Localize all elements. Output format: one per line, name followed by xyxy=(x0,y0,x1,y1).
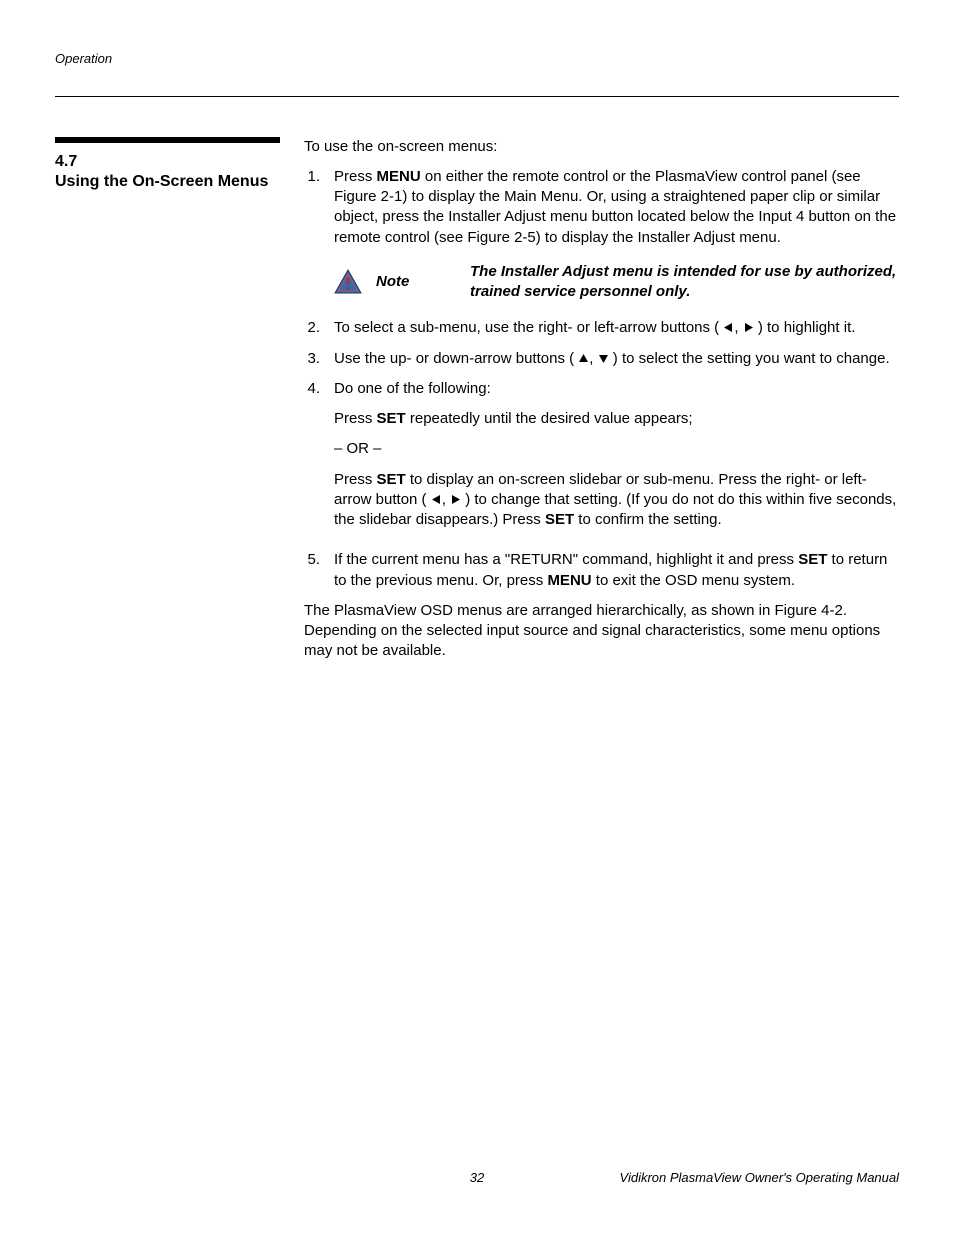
note-block: Note The Installer Adjust menu is intend… xyxy=(334,262,899,303)
step-number: 5. xyxy=(304,550,320,591)
step-4: 4. Do one of the following: Press SET re… xyxy=(304,379,899,541)
closing-paragraph: The PlasmaView OSD menus are arranged hi… xyxy=(304,601,899,662)
text: If the current menu has a "RETURN" comma… xyxy=(334,551,798,568)
text: Press xyxy=(334,410,377,427)
intro-text: To use the on-screen menus: xyxy=(304,137,899,157)
running-header: Operation xyxy=(55,50,899,68)
warning-icon xyxy=(334,269,362,295)
step-body: If the current menu has a "RETURN" comma… xyxy=(334,550,899,591)
text: To select a sub-menu, use the right- or … xyxy=(334,319,723,336)
step-number: 2. xyxy=(304,318,320,338)
text: to exit the OSD menu system. xyxy=(592,572,795,589)
up-arrow-icon xyxy=(578,353,589,364)
step-number: 1. xyxy=(304,167,320,248)
content-columns: 4.7 Using the On-Screen Menus To use the… xyxy=(55,137,899,662)
left-arrow-icon xyxy=(431,494,442,505)
section-bar xyxy=(55,137,280,143)
manual-title: Vidikron PlasmaView Owner's Operating Ma… xyxy=(620,1169,899,1187)
text: Press xyxy=(334,471,377,488)
right-arrow-icon xyxy=(450,494,461,505)
or-separator: – OR – xyxy=(334,439,899,459)
down-arrow-icon xyxy=(598,353,609,364)
page-footer: 32 Vidikron PlasmaView Owner's Operating… xyxy=(55,1169,899,1187)
text: , xyxy=(589,350,597,367)
step-5: 5. If the current menu has a "RETURN" co… xyxy=(304,550,899,591)
menu-key: MENU xyxy=(377,168,421,185)
step-number: 3. xyxy=(304,349,320,369)
sub-paragraph: Press SET repeatedly until the desired v… xyxy=(334,409,899,429)
steps-list-cont: 2. To select a sub-menu, use the right- … xyxy=(304,318,899,591)
step-body: Use the up- or down-arrow buttons ( , ) … xyxy=(334,349,899,369)
header-rule xyxy=(55,96,899,97)
text: Do one of the following: xyxy=(334,380,491,397)
step-body: Press MENU on either the remote control … xyxy=(334,167,899,248)
text: ) to select the setting you want to chan… xyxy=(609,350,890,367)
text: Use the up- or down-arrow buttons ( xyxy=(334,350,578,367)
left-arrow-icon xyxy=(723,322,734,333)
text: , xyxy=(734,319,742,336)
section-title: Using the On-Screen Menus xyxy=(55,172,280,192)
step-body: Do one of the following: Press SET repea… xyxy=(334,379,899,541)
step-3: 3. Use the up- or down-arrow buttons ( ,… xyxy=(304,349,899,369)
set-key: SET xyxy=(377,471,406,488)
main-body: To use the on-screen menus: 1. Press MEN… xyxy=(304,137,899,662)
text: repeatedly until the desired value appea… xyxy=(406,410,693,427)
text: ) to highlight it. xyxy=(754,319,856,336)
note-label: Note xyxy=(376,272,416,292)
steps-list: 1. Press MENU on either the remote contr… xyxy=(304,167,899,248)
page-number: 32 xyxy=(470,1169,484,1187)
step-1: 1. Press MENU on either the remote contr… xyxy=(304,167,899,248)
sub-paragraph: Press SET to display an on-screen slideb… xyxy=(334,470,899,531)
set-key: SET xyxy=(377,410,406,427)
set-key: SET xyxy=(798,551,827,568)
text: to confirm the setting. xyxy=(574,511,722,528)
text: , xyxy=(442,491,450,508)
note-text: The Installer Adjust menu is intended fo… xyxy=(470,262,899,303)
page: Operation 4.7 Using the On-Screen Menus … xyxy=(0,0,954,1235)
menu-key: MENU xyxy=(547,572,591,589)
text: Press xyxy=(334,168,377,185)
section-number: 4.7 xyxy=(55,151,280,173)
right-arrow-icon xyxy=(743,322,754,333)
step-number: 4. xyxy=(304,379,320,541)
step-2: 2. To select a sub-menu, use the right- … xyxy=(304,318,899,338)
set-key: SET xyxy=(545,511,574,528)
step-body: To select a sub-menu, use the right- or … xyxy=(334,318,899,338)
section-sidebar: 4.7 Using the On-Screen Menus xyxy=(55,137,280,662)
